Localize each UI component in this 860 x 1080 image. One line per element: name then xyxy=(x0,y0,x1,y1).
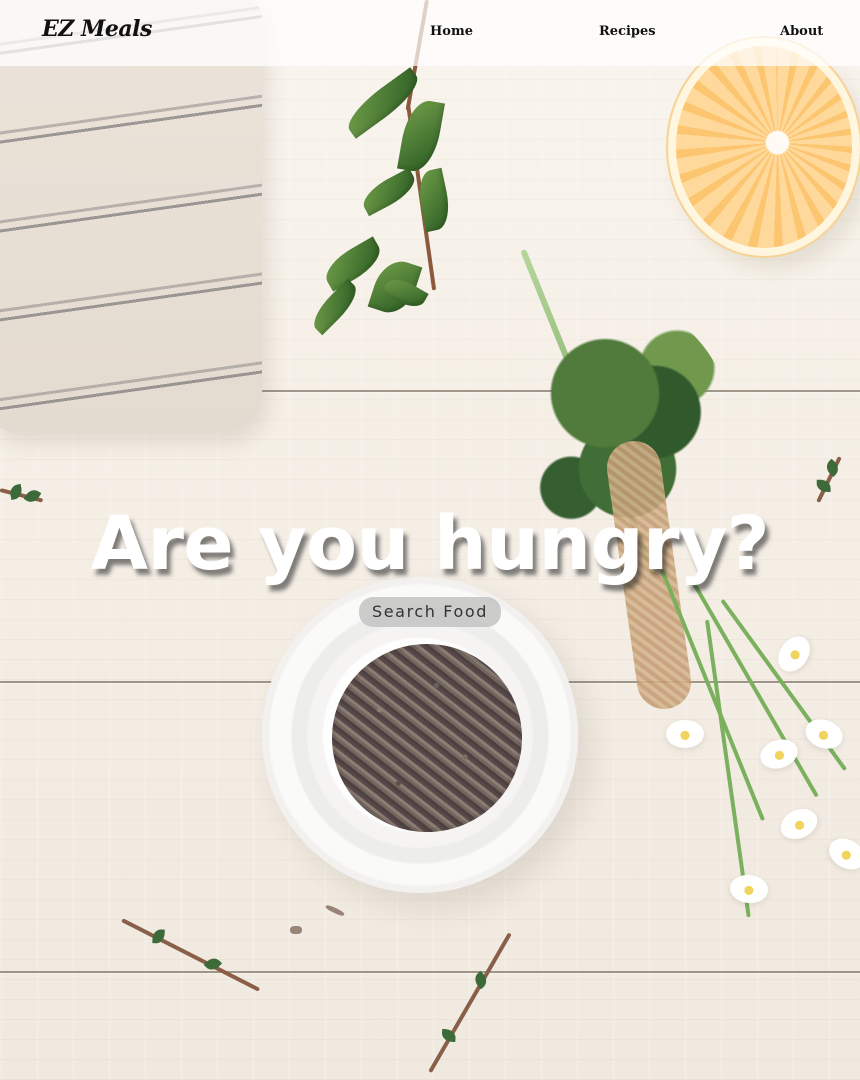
top-navbar: EZ Meals Home Recipes About xyxy=(0,0,860,66)
white-flower-image xyxy=(771,630,817,678)
thyme-sprig-image xyxy=(428,932,512,1073)
wood-chip xyxy=(324,904,346,917)
thyme-sprig-image xyxy=(0,488,44,503)
white-flower-image xyxy=(728,873,770,905)
hero-content: Are you hungry? Search Food xyxy=(0,501,860,627)
nav-link-recipes[interactable]: Recipes xyxy=(599,24,656,39)
search-food-button[interactable]: Search Food xyxy=(358,596,502,627)
dried-lavender-image xyxy=(332,644,522,832)
thyme-sprig-image xyxy=(816,456,842,503)
thyme-sprig-image xyxy=(121,918,261,992)
white-flower-image xyxy=(775,803,823,845)
white-flower-image xyxy=(756,734,802,774)
hero-title: Are you hungry? xyxy=(90,501,770,587)
white-flower-image xyxy=(666,720,704,748)
wood-chip xyxy=(290,926,302,934)
brand-logo-link[interactable]: EZ Meals xyxy=(42,16,152,42)
nav-link-about[interactable]: About xyxy=(780,24,823,39)
lemon-half-image xyxy=(668,38,860,256)
white-flower-image xyxy=(823,832,860,876)
bay-leaf-image xyxy=(357,167,421,217)
bay-leaf-image xyxy=(397,97,445,175)
nav-link-home[interactable]: Home xyxy=(430,24,473,39)
wood-plank-seam xyxy=(0,971,860,973)
